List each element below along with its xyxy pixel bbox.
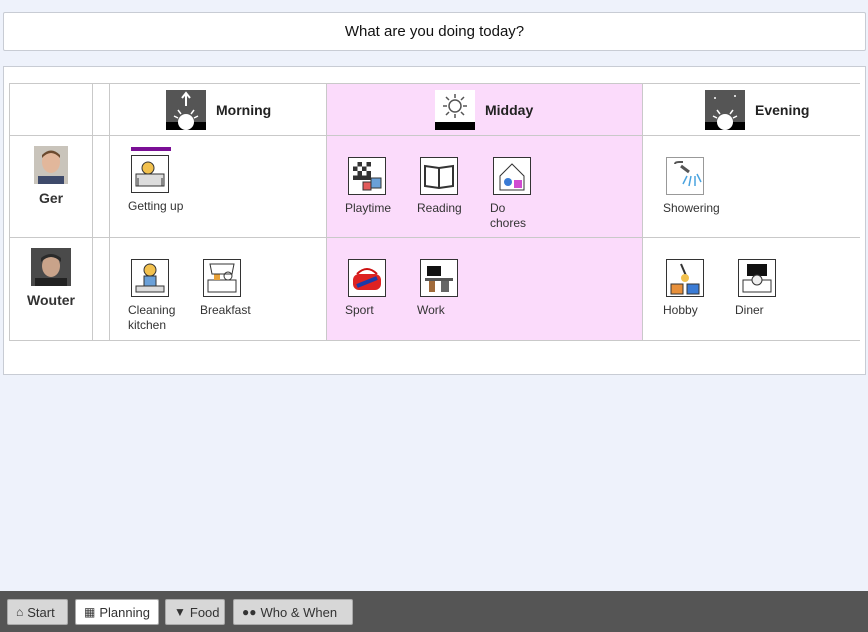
- slot-ger-evening[interactable]: Showering: [643, 136, 860, 238]
- activity-reading[interactable]: Reading: [417, 157, 487, 216]
- sunset-icon: [705, 89, 745, 130]
- slot-ger-morning[interactable]: Getting up: [110, 136, 327, 238]
- activity-label: Sport: [345, 303, 374, 317]
- activity-label: Getting up: [128, 199, 184, 213]
- planning-label: Planning: [99, 604, 150, 620]
- person-cell-wouter[interactable]: Wouter: [9, 238, 93, 341]
- activity-hobby[interactable]: Hobby: [663, 259, 733, 318]
- activity-showering[interactable]: Showering: [663, 157, 733, 216]
- food-label: Food: [189, 604, 220, 620]
- dinner-icon: [738, 259, 776, 297]
- users-icon: ●●: [242, 605, 257, 619]
- chores-icon: [493, 157, 531, 195]
- spacer-cell: [93, 238, 110, 341]
- shower-icon: [666, 157, 704, 195]
- sport-bag-icon: [348, 259, 386, 297]
- cleaning-kitchen-icon: [131, 259, 169, 297]
- activity-label: Work: [417, 303, 445, 317]
- slot-ger-midday[interactable]: Playtime Reading Do chores: [327, 136, 643, 238]
- who-when-button[interactable]: ●● Who & When: [233, 599, 353, 625]
- activity-cleaning-kitchen[interactable]: Cleaning kitchen: [128, 259, 198, 333]
- activity-breakfast[interactable]: Breakfast: [200, 259, 270, 318]
- home-icon: ⌂: [16, 605, 24, 619]
- person-cell-ger[interactable]: Ger: [9, 136, 93, 238]
- column-label-evening: Evening: [755, 101, 810, 118]
- activity-label: Breakfast: [200, 303, 251, 317]
- start-button[interactable]: ⌂ Start: [7, 599, 68, 625]
- slot-wouter-evening[interactable]: Hobby Diner: [643, 238, 860, 341]
- column-label-morning: Morning: [216, 101, 272, 118]
- avatar: [31, 248, 71, 286]
- who-when-label: Who & When: [260, 604, 338, 620]
- column-header-morning[interactable]: Morning: [110, 83, 327, 136]
- activity-label: Do chores: [490, 201, 527, 230]
- slot-wouter-midday[interactable]: Sport Work: [327, 238, 643, 341]
- book-icon: [420, 157, 458, 195]
- breakfast-icon: [203, 259, 241, 297]
- bottom-navigation: ⌂ Start ▦ Planning ▼ Food ●● Who & When: [0, 591, 868, 632]
- getting-up-icon: [131, 155, 169, 193]
- spacer-cell: [93, 83, 110, 136]
- activity-getting-up[interactable]: Getting up: [128, 147, 198, 214]
- activity-sport[interactable]: Sport: [345, 259, 415, 318]
- column-header-evening[interactable]: Evening: [643, 83, 860, 136]
- column-header-midday[interactable]: Midday: [327, 83, 643, 136]
- spacer-cell: [93, 136, 110, 238]
- selected-indicator: [131, 147, 171, 151]
- planning-grid: Morning Midday Evening Ger Getting up Pl…: [9, 83, 860, 341]
- activity-diner[interactable]: Diner: [735, 259, 805, 318]
- planning-panel: Morning Midday Evening Ger Getting up Pl…: [3, 66, 866, 375]
- work-desk-icon: [420, 259, 458, 297]
- activity-playtime[interactable]: Playtime: [345, 157, 415, 216]
- calendar-icon: ▦: [84, 605, 96, 619]
- question-text: What are you doing today?: [344, 23, 525, 40]
- hobby-icon: [666, 259, 704, 297]
- activity-work[interactable]: Work: [417, 259, 487, 318]
- person-name: Ger: [38, 190, 64, 206]
- activity-label: Hobby: [663, 303, 698, 317]
- avatar: [34, 146, 68, 184]
- slot-wouter-morning[interactable]: Cleaning kitchen Breakfast: [110, 238, 327, 341]
- activity-label: Diner: [735, 303, 764, 317]
- question-bar: What are you doing today?: [3, 12, 866, 51]
- activity-do-chores[interactable]: Do chores: [490, 157, 560, 231]
- person-name: Wouter: [27, 292, 75, 308]
- sun-icon: [435, 89, 475, 130]
- activity-label: Cleaning kitchen: [128, 303, 176, 332]
- start-label: Start: [27, 604, 55, 620]
- food-button[interactable]: ▼ Food: [165, 599, 225, 625]
- corner-cell: [9, 83, 93, 136]
- column-label-midday: Midday: [485, 101, 534, 118]
- sunrise-icon: [166, 89, 206, 130]
- activity-label: Showering: [663, 201, 720, 215]
- activity-label: Reading: [417, 201, 462, 215]
- chess-board-icon: [348, 157, 386, 195]
- planning-button[interactable]: ▦ Planning: [75, 599, 159, 625]
- activity-label: Playtime: [345, 201, 392, 215]
- filter-icon: ▼: [174, 605, 186, 619]
